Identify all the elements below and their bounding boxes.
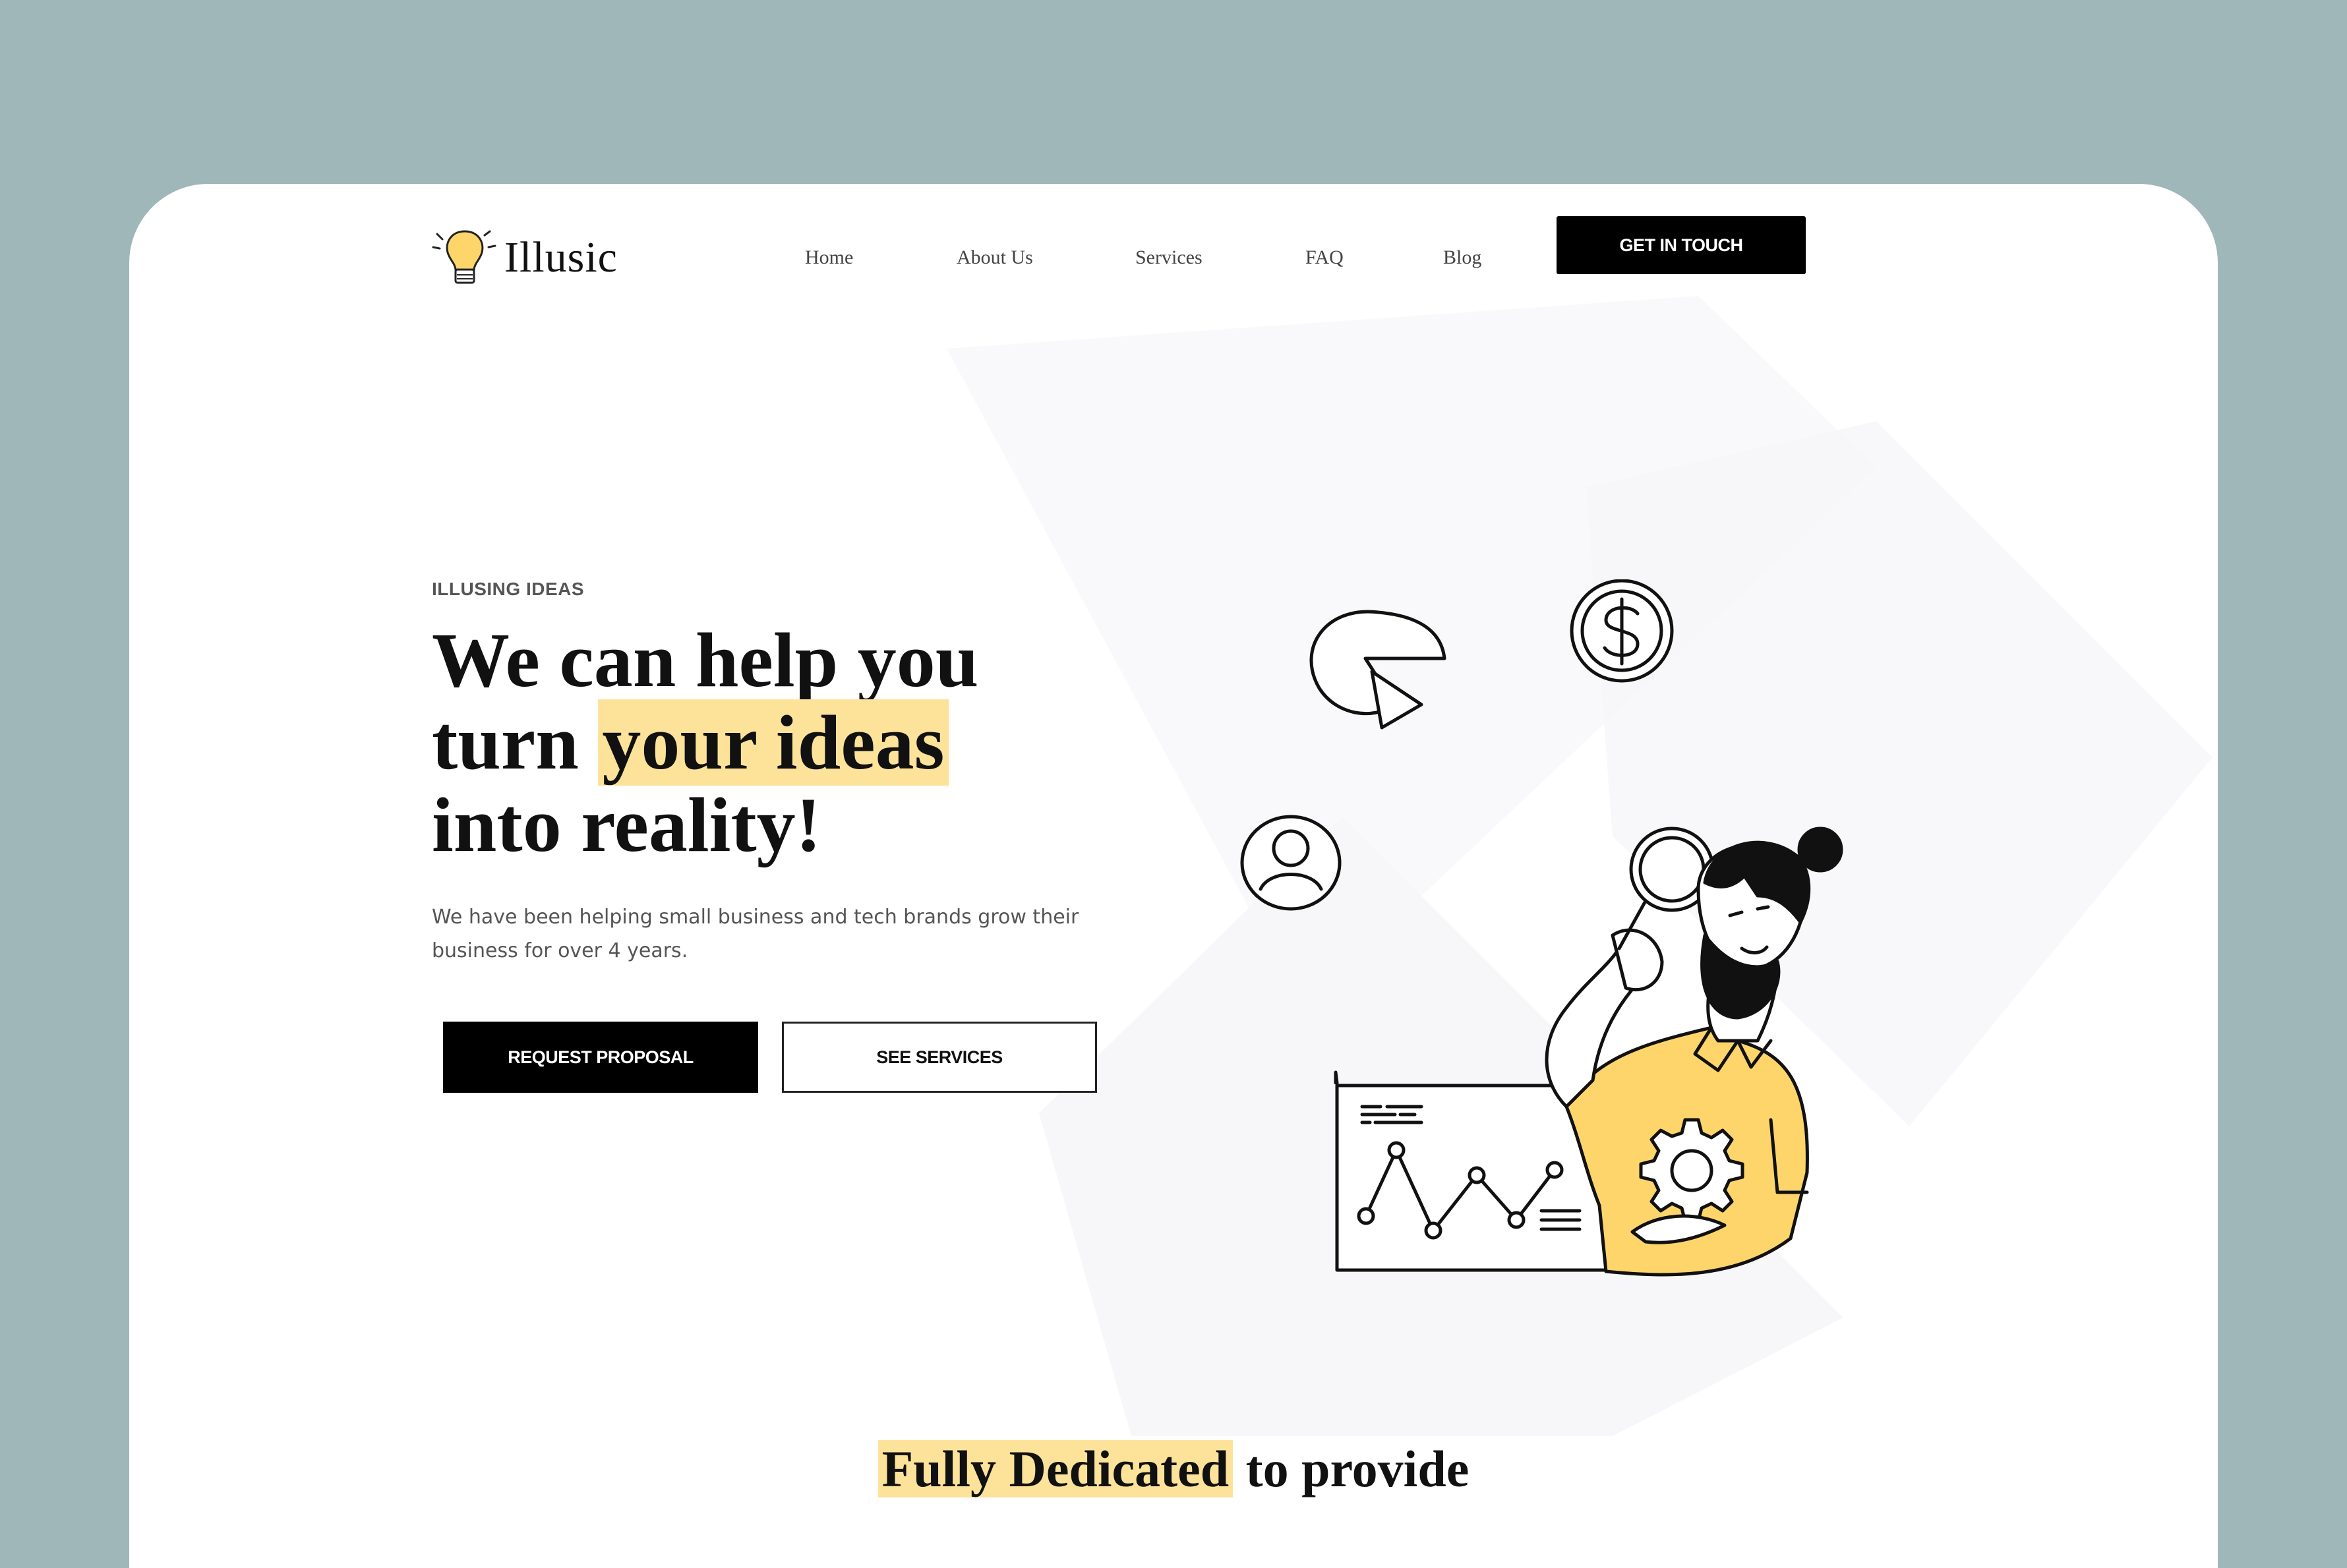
brand-name: Illusic	[504, 233, 618, 281]
user-avatar-icon	[1240, 815, 1342, 911]
page-card: Illusic Home About Us Services FAQ Blog …	[129, 184, 2218, 1568]
nav-item-services[interactable]: Services	[1135, 231, 1203, 284]
request-proposal-button[interactable]: REQUEST PROPOSAL	[443, 1022, 758, 1093]
hero-description: We have been helping small business and …	[432, 906, 1079, 962]
headline-line-2-start: turn	[432, 699, 599, 786]
hero-illustration	[1240, 579, 1843, 1277]
lightbulb-icon	[432, 230, 496, 284]
nav-item-about-us[interactable]: About Us	[957, 231, 1033, 284]
section-title: Fully Dedicated to provide	[129, 1439, 2218, 1499]
get-in-touch-button[interactable]: GET IN TOUCH	[1557, 216, 1806, 274]
dollar-coin-icon	[1570, 579, 1674, 683]
headline-line-3: into reality!	[432, 782, 821, 868]
see-services-button[interactable]: SEE SERVICES	[782, 1022, 1097, 1093]
headline-highlight: your ideas	[598, 699, 949, 786]
nav-item-faq[interactable]: FAQ	[1305, 231, 1344, 284]
pie-chart-icon	[1309, 610, 1446, 730]
headline-line-1: We can help you	[432, 617, 979, 703]
brand-logo[interactable]: Illusic	[431, 218, 618, 297]
nav-item-blog[interactable]: Blog	[1443, 231, 1481, 284]
nav-item-home[interactable]: Home	[805, 231, 853, 284]
hero-eyebrow: ILLUSING IDEAS	[432, 579, 585, 599]
section-title-rest: to provide	[1233, 1440, 1470, 1497]
section-title-highlight: Fully Dedicated	[877, 1440, 1233, 1497]
hero-headline: We can help you turn your ideas into rea…	[432, 619, 1157, 866]
gear-icon	[1639, 1118, 1744, 1223]
